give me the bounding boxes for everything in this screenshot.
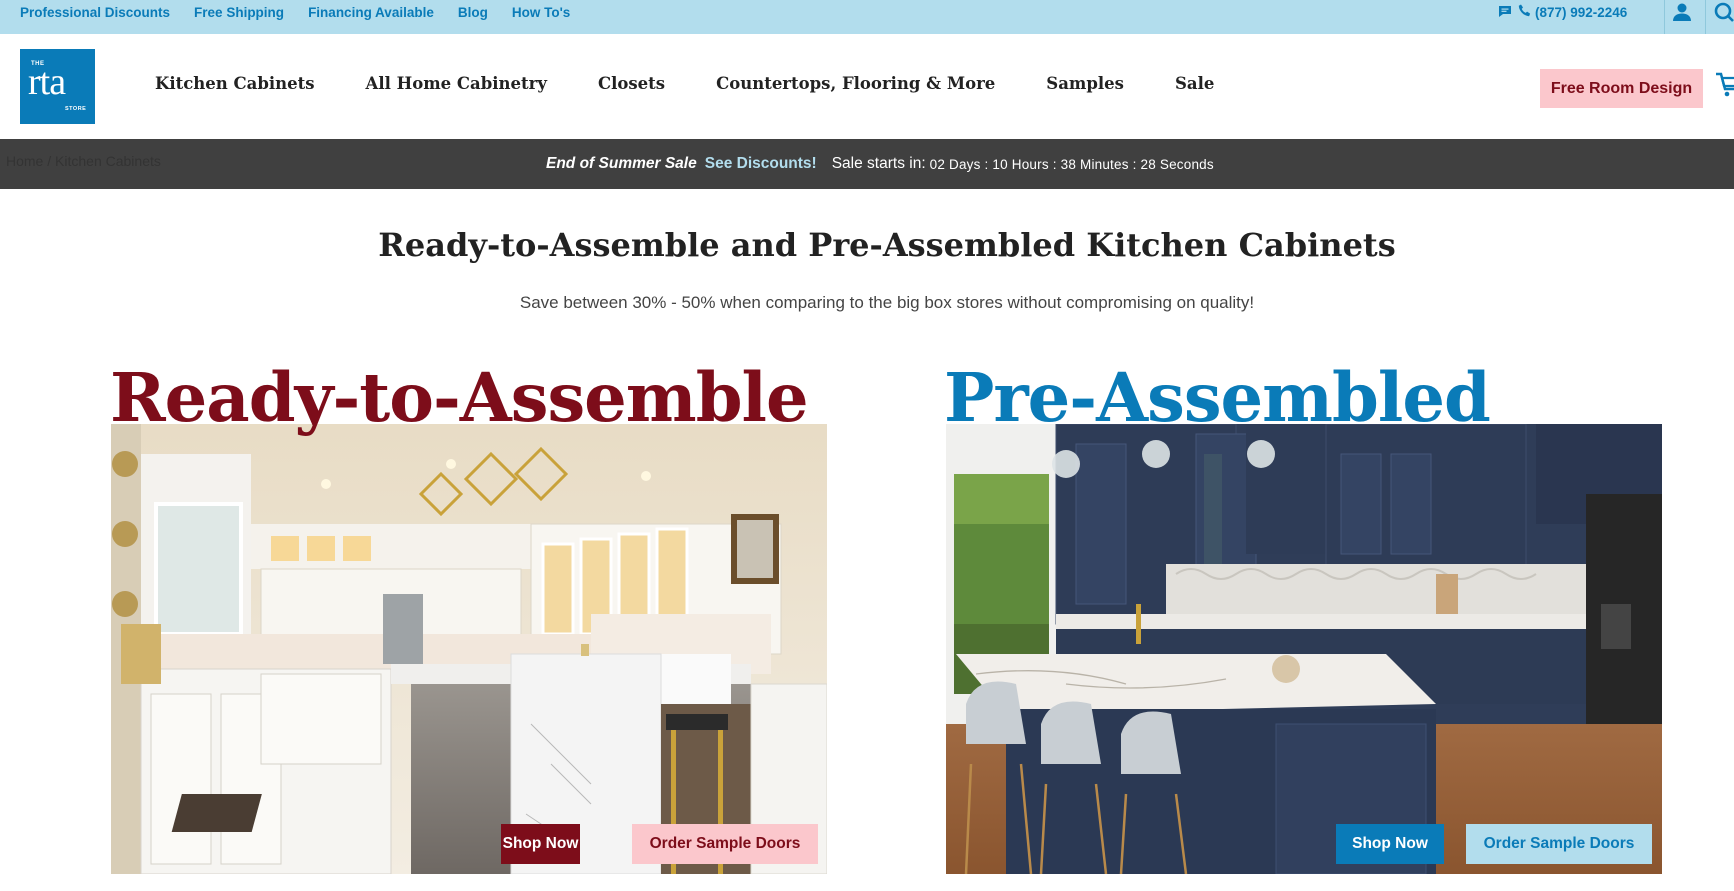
phone-icon	[1518, 4, 1531, 20]
pre-assembled-panel[interactable]: Shop Now Order Sample Doors	[946, 424, 1662, 874]
divider	[1705, 0, 1706, 34]
divider	[1664, 0, 1665, 34]
see-discounts-link[interactable]: See Discounts!	[705, 155, 817, 173]
rta-order-sample-doors-button[interactable]: Order Sample Doors	[632, 824, 818, 864]
top-link-financing[interactable]: Financing Available	[308, 5, 434, 20]
phone-number: (877) 992-2246	[1535, 4, 1628, 20]
logo-name-text: rta	[28, 61, 66, 103]
top-link-how-tos[interactable]: How To's	[512, 5, 570, 20]
rta-panel[interactable]: Shop Now Order Sample Doors	[111, 424, 827, 874]
white-kitchen-photo	[111, 424, 827, 874]
top-link-professional-discounts[interactable]: Professional Discounts	[20, 5, 170, 20]
promo-bar: Home / Kitchen Cabinets End of Summer Sa…	[0, 139, 1734, 189]
contact-area: (877) 992-2246	[1498, 0, 1627, 24]
page-title: Ready-to-Assemble and Pre-Assembled Kitc…	[378, 226, 1396, 264]
sale-countdown: 02 Days : 10 Hours : 38 Minutes : 28 Sec…	[929, 156, 1214, 172]
sale-title: End of Summer Sale	[546, 155, 697, 172]
phone-link[interactable]: (877) 992-2246	[1518, 4, 1627, 20]
nav-samples[interactable]: Samples	[1046, 74, 1124, 93]
breadcrumb-separator: /	[47, 153, 52, 169]
logo-store-text: STORE	[65, 106, 87, 112]
nav-countertops-flooring[interactable]: Countertops, Flooring & More	[716, 74, 995, 93]
top-links: Professional Discounts Free Shipping Fin…	[20, 0, 570, 24]
nav-all-home-cabinetry[interactable]: All Home Cabinetry	[366, 74, 547, 93]
breadcrumb-home[interactable]: Home	[6, 153, 43, 169]
top-utility-bar: Professional Discounts Free Shipping Fin…	[0, 0, 1734, 34]
rta-shop-now-button[interactable]: Shop Now	[501, 824, 580, 864]
breadcrumb-current: Kitchen Cabinets	[55, 153, 161, 169]
rta-panel-title: Ready-to-Assemble	[110, 358, 809, 437]
user-icon[interactable]	[1672, 2, 1692, 26]
sale-banner: End of Summer Sale See Discounts! Sale s…	[546, 139, 1214, 189]
site-logo[interactable]: THE rta STORE	[20, 49, 95, 124]
chat-bubble-icon[interactable]	[1498, 3, 1512, 22]
search-icon[interactable]	[1714, 2, 1734, 26]
nav-closets[interactable]: Closets	[598, 74, 665, 93]
top-link-free-shipping[interactable]: Free Shipping	[194, 5, 284, 20]
main-nav: Kitchen Cabinets All Home Cabinetry Clos…	[155, 74, 1214, 93]
sale-starts-label: Sale starts in:	[831, 155, 926, 172]
navy-kitchen-photo	[946, 424, 1662, 874]
breadcrumb: Home / Kitchen Cabinets	[6, 153, 161, 169]
cart-icon[interactable]	[1716, 70, 1734, 104]
pre-assembled-order-sample-doors-button[interactable]: Order Sample Doors	[1466, 824, 1652, 864]
nav-kitchen-cabinets[interactable]: Kitchen Cabinets	[155, 74, 315, 93]
top-link-blog[interactable]: Blog	[458, 5, 488, 20]
page-subtitle: Save between 30% - 50% when comparing to…	[519, 293, 1255, 312]
free-room-design-button[interactable]: Free Room Design	[1540, 69, 1703, 108]
pre-assembled-panel-title: Pre-Assembled	[944, 358, 1491, 437]
nav-sale[interactable]: Sale	[1175, 74, 1214, 93]
pre-assembled-shop-now-button[interactable]: Shop Now	[1336, 824, 1444, 864]
main-header: THE rta STORE Kitchen Cabinets All Home …	[0, 34, 1734, 139]
